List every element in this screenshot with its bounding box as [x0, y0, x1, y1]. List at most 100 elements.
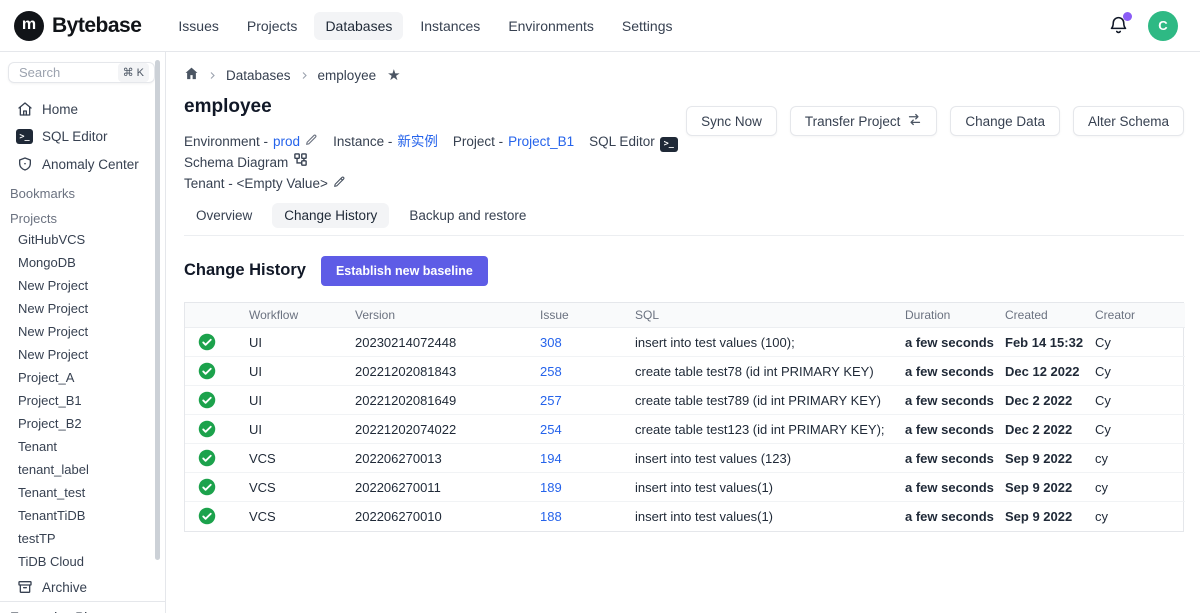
notifications-button[interactable] [1108, 15, 1130, 37]
issue-cell: 188 [540, 502, 635, 531]
status-cell [185, 415, 249, 444]
project-item-mongodb[interactable]: MongoDB [0, 251, 165, 274]
sync-now-button[interactable]: Sync Now [686, 106, 777, 136]
schema-diagram-icon[interactable] [293, 152, 308, 173]
alter-schema-button[interactable]: Alter Schema [1073, 106, 1184, 136]
project-item-githubvcs[interactable]: GitHubVCS [0, 228, 165, 251]
creator-cell: cy [1095, 473, 1185, 502]
sidebar-item-label: Anomaly Center [42, 157, 139, 172]
project-item-tidb-cloud[interactable]: TiDB Cloud [0, 550, 165, 573]
issue-link[interactable]: 194 [540, 451, 562, 466]
bytebase-logo[interactable]: m Bytebase [14, 11, 141, 41]
project-item-testtp[interactable]: testTP [0, 527, 165, 550]
instance-label: Instance - [333, 131, 392, 152]
bookmark-star-icon[interactable]: ★ [387, 66, 400, 84]
sidebar-item-home[interactable]: Home [0, 95, 165, 123]
issue-link[interactable]: 188 [540, 509, 562, 524]
establish-baseline-button[interactable]: Establish new baseline [321, 256, 488, 286]
issue-link[interactable]: 258 [540, 364, 562, 379]
nav-item-issues[interactable]: Issues [167, 12, 229, 40]
bookmarks-section-label: Bookmarks [0, 178, 165, 203]
transfer-project-button[interactable]: Transfer Project [790, 106, 938, 136]
top-nav: IssuesProjectsDatabasesInstancesEnvironm… [167, 12, 683, 40]
environment-meta: Environment -prod [184, 131, 318, 152]
success-status-icon [198, 478, 243, 496]
sidebar-bottom: Archive Enterprise Plan [0, 573, 165, 613]
sidebar-item-anomaly-center[interactable]: Anomaly Center [0, 150, 165, 178]
project-item-new-project[interactable]: New Project [0, 343, 165, 366]
breadcrumb-employee[interactable]: employee [318, 68, 377, 83]
topbar-right: C [1108, 11, 1178, 41]
terminal-icon: >_ [16, 129, 33, 144]
duration-cell: a few seconds [905, 415, 1005, 444]
version-cell: 202206270010 [355, 502, 540, 531]
project-item-new-project[interactable]: New Project [0, 274, 165, 297]
search-placeholder: Search [19, 65, 118, 80]
nav-item-projects[interactable]: Projects [236, 12, 309, 40]
issue-link[interactable]: 254 [540, 422, 562, 437]
duration-cell: a few seconds [905, 473, 1005, 502]
issue-link[interactable]: 308 [540, 335, 562, 350]
archive-icon [16, 579, 33, 595]
success-status-icon [198, 507, 243, 525]
duration-cell: a few seconds [905, 386, 1005, 415]
project-item-new-project[interactable]: New Project [0, 320, 165, 343]
project-value[interactable]: Project_B1 [508, 131, 574, 152]
status-cell [185, 502, 249, 531]
nav-item-databases[interactable]: Databases [314, 12, 403, 40]
pen-icon[interactable] [305, 131, 318, 152]
sidebar-item-label: Home [42, 102, 78, 117]
table-row: UI20221202081649257create table test789 … [185, 386, 1185, 415]
instance-value[interactable]: 新实例 [397, 131, 438, 152]
notification-dot [1123, 12, 1132, 21]
search-input[interactable]: Search ⌘ K [8, 62, 155, 83]
sidebar-scrollbar[interactable] [155, 60, 160, 560]
column-header-status [185, 303, 249, 328]
nav-item-environments[interactable]: Environments [497, 12, 605, 40]
column-header-version: Version [355, 303, 540, 328]
tab-overview[interactable]: Overview [184, 203, 264, 228]
sql-editor-meta[interactable]: SQL Editor>_ [589, 131, 678, 152]
status-cell [185, 386, 249, 415]
project-item-tenant-label[interactable]: tenant_label [0, 458, 165, 481]
tab-backup-and-restore[interactable]: Backup and restore [397, 203, 538, 228]
workflow-cell: UI [249, 328, 355, 357]
chevron-right-icon [208, 68, 217, 83]
issue-cell: 308 [540, 328, 635, 357]
version-cell: 20221202081843 [355, 357, 540, 386]
created-cell: Sep 9 2022 [1005, 502, 1095, 531]
sql-cell: insert into test values (123) [635, 444, 905, 473]
version-cell: 20230214072448 [355, 328, 540, 357]
sidebar-item-sql-editor[interactable]: >_SQL Editor [0, 123, 165, 150]
brand-name: Bytebase [52, 14, 141, 38]
breadcrumb-databases[interactable]: Databases [226, 68, 291, 83]
projects-section-label: Projects [0, 203, 165, 228]
breadcrumb-home-icon[interactable] [184, 66, 199, 84]
pencil-icon[interactable] [333, 173, 346, 194]
project-item-project-b1[interactable]: Project_B1 [0, 389, 165, 412]
issue-link[interactable]: 257 [540, 393, 562, 408]
project-item-tenanttidb[interactable]: TenantTiDB [0, 504, 165, 527]
issue-cell: 258 [540, 357, 635, 386]
project-item-tenant[interactable]: Tenant [0, 435, 165, 458]
project-item-project-b2[interactable]: Project_B2 [0, 412, 165, 435]
success-status-icon [198, 333, 243, 351]
avatar[interactable]: C [1148, 11, 1178, 41]
created-cell: Sep 9 2022 [1005, 473, 1095, 502]
sidebar-item-archive[interactable]: Archive [0, 573, 165, 601]
tab-change-history[interactable]: Change History [272, 203, 389, 228]
environment-value[interactable]: prod [273, 131, 300, 152]
nav-item-instances[interactable]: Instances [409, 12, 491, 40]
project-item-new-project[interactable]: New Project [0, 297, 165, 320]
issue-link[interactable]: 189 [540, 480, 562, 495]
nav-item-settings[interactable]: Settings [611, 12, 684, 40]
change-data-button[interactable]: Change Data [950, 106, 1060, 136]
project-item-project-a[interactable]: Project_A [0, 366, 165, 389]
sql-editor-label: SQL Editor [589, 131, 655, 152]
version-cell: 20221202074022 [355, 415, 540, 444]
meta-line-2: Tenant - <Empty Value> [184, 173, 774, 194]
success-status-icon [198, 449, 243, 467]
schema-diagram-meta[interactable]: Schema Diagram [184, 152, 308, 173]
project-item-tenant-test[interactable]: Tenant_test [0, 481, 165, 504]
terminal-icon[interactable]: >_ [660, 131, 678, 152]
